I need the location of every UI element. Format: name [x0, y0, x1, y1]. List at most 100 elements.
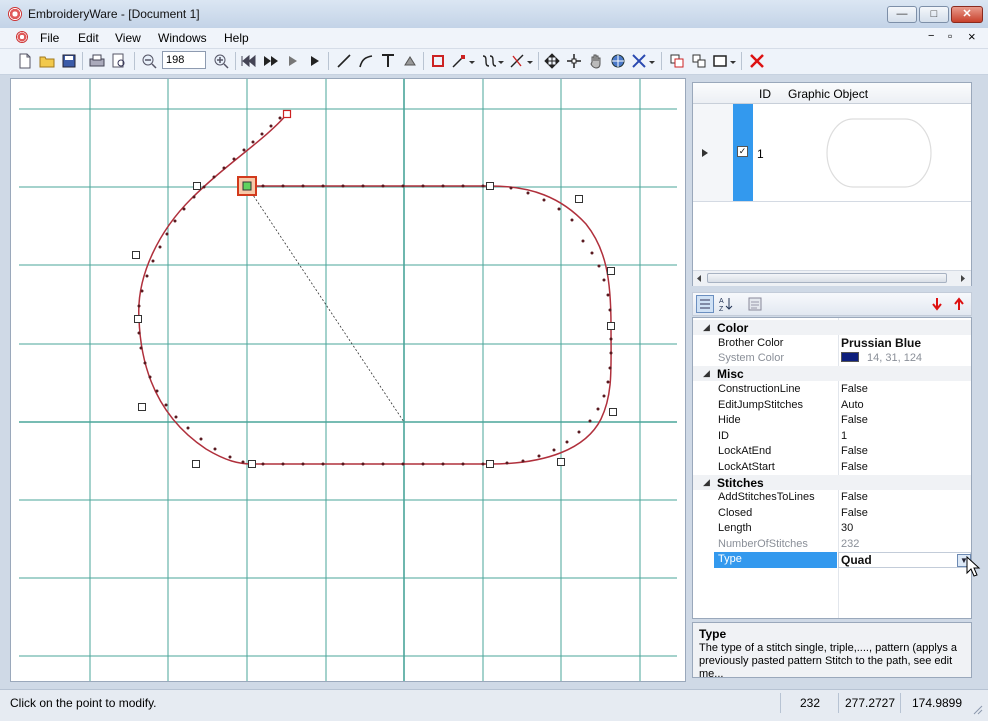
column-header-graphic-object[interactable]: Graphic Object: [788, 87, 868, 101]
stitch-point: [565, 440, 569, 444]
move-up-icon[interactable]: [951, 296, 967, 312]
mdi-minimize-button[interactable]: −: [928, 30, 934, 42]
node-edit-icon[interactable]: [451, 52, 477, 70]
step-back-icon[interactable]: [284, 52, 302, 70]
prop-value[interactable]: 30: [841, 522, 853, 534]
canvas-drawing[interactable]: [11, 79, 685, 681]
stitch-point: [361, 184, 365, 188]
row-checkbox[interactable]: ✓: [737, 146, 748, 157]
text-tool-icon[interactable]: [379, 52, 397, 70]
transform-icon[interactable]: [631, 52, 657, 70]
prop-name[interactable]: AddStitchesToLines: [718, 491, 815, 503]
first-stitch-icon[interactable]: [240, 52, 258, 70]
property-grid[interactable]: ◢ Color Brother Color Prussian Blue Syst…: [692, 317, 972, 619]
group-icon[interactable]: [668, 52, 686, 70]
new-file-icon[interactable]: [16, 52, 34, 70]
prop-name[interactable]: Hide: [718, 414, 741, 426]
prop-name-type[interactable]: Type: [718, 553, 742, 565]
move-icon[interactable]: [543, 52, 561, 70]
mdi-restore-button[interactable]: ▫: [948, 29, 952, 43]
maximize-button[interactable]: □: [919, 6, 949, 23]
convert-curve-icon[interactable]: [480, 52, 506, 70]
app-icon[interactable]: [8, 7, 22, 21]
category-misc[interactable]: ◢ Misc: [693, 366, 971, 381]
curve-tool-icon[interactable]: [357, 52, 375, 70]
prop-name[interactable]: ID: [718, 430, 729, 442]
grid-horizontal-scrollbar[interactable]: [693, 270, 971, 286]
prop-value[interactable]: False: [841, 383, 868, 395]
menu-help[interactable]: Help: [224, 31, 249, 45]
prop-name[interactable]: EditJumpStitches: [718, 399, 803, 411]
collapse-icon[interactable]: ◢: [703, 477, 710, 488]
prop-name[interactable]: Closed: [718, 507, 752, 519]
categorized-icon[interactable]: [696, 295, 714, 313]
stitch-point: [521, 459, 525, 463]
split-path-icon[interactable]: [509, 52, 535, 70]
move-down-icon[interactable]: [929, 296, 945, 312]
menu-view[interactable]: View: [115, 31, 141, 45]
drawing-canvas[interactable]: [10, 78, 686, 682]
fast-forward-icon[interactable]: [262, 52, 280, 70]
control-point: [557, 458, 565, 466]
zoom-in-icon[interactable]: [212, 52, 230, 70]
prop-name[interactable]: LockAtEnd: [718, 445, 771, 457]
prop-name[interactable]: LockAtStart: [718, 461, 775, 473]
prop-value[interactable]: False: [841, 414, 868, 426]
prop-value[interactable]: 1: [841, 430, 847, 442]
play-icon[interactable]: [306, 52, 324, 70]
control-point: [138, 403, 146, 411]
prop-value[interactable]: False: [841, 491, 868, 503]
prop-name[interactable]: Length: [718, 522, 752, 534]
delete-icon[interactable]: [748, 52, 766, 70]
object-grid[interactable]: ID Graphic Object ✓ 1: [692, 82, 972, 286]
row-header[interactable]: [693, 104, 734, 201]
globe-icon[interactable]: [609, 52, 627, 70]
prop-value-type[interactable]: Quad: [841, 553, 872, 567]
prop-value[interactable]: False: [841, 445, 868, 457]
mdi-close-button[interactable]: ×: [968, 29, 976, 44]
minimize-button[interactable]: —: [887, 6, 917, 23]
document-icon[interactable]: [16, 31, 28, 43]
ungroup-icon[interactable]: [690, 52, 708, 70]
prop-name-brother-color[interactable]: Brother Color: [718, 337, 783, 349]
prop-value[interactable]: False: [841, 461, 868, 473]
zoom-out-icon[interactable]: [140, 52, 158, 70]
collapse-icon[interactable]: ◢: [703, 368, 710, 379]
prop-value[interactable]: False: [841, 507, 868, 519]
scrollbar-thumb[interactable]: [707, 273, 947, 283]
zoom-input[interactable]: [162, 51, 206, 69]
property-pages-icon[interactable]: [747, 296, 763, 312]
open-folder-icon[interactable]: [38, 52, 56, 70]
close-button[interactable]: ✕: [951, 6, 983, 23]
stitch-point: [461, 462, 465, 466]
scroll-right-icon[interactable]: [959, 274, 967, 283]
stitch-point: [182, 207, 186, 211]
menu-file[interactable]: File: [40, 31, 59, 45]
stitch-point: [602, 394, 606, 398]
category-stitches[interactable]: ◢ Stitches: [693, 475, 971, 490]
prop-name[interactable]: ConstructionLine: [718, 383, 801, 395]
prop-value[interactable]: Auto: [841, 399, 864, 411]
category-color[interactable]: ◢ Color: [693, 320, 971, 335]
scroll-left-icon[interactable]: [695, 274, 703, 283]
prop-value-brother-color[interactable]: Prussian Blue: [841, 336, 921, 350]
menu-edit[interactable]: Edit: [78, 31, 99, 45]
alphabetical-sort-icon[interactable]: AZ: [717, 295, 735, 313]
fill-tool-icon[interactable]: [401, 52, 419, 70]
print-preview-icon[interactable]: [110, 52, 128, 70]
pan-hand-icon[interactable]: [587, 52, 605, 70]
line-tool-icon[interactable]: [335, 52, 353, 70]
rectangle-tool-icon[interactable]: [429, 52, 447, 70]
move-points-icon[interactable]: [565, 52, 583, 70]
column-header-id[interactable]: ID: [759, 87, 771, 101]
align-icon[interactable]: [712, 52, 738, 70]
resize-grip-icon[interactable]: [972, 704, 984, 716]
stitch-point: [148, 375, 152, 379]
save-icon[interactable]: [60, 52, 78, 70]
stitch-point: [401, 184, 405, 188]
collapse-icon[interactable]: ◢: [703, 322, 710, 333]
control-point: [132, 251, 140, 259]
menu-windows[interactable]: Windows: [158, 31, 207, 45]
print-icon[interactable]: [88, 52, 106, 70]
control-point: [134, 315, 142, 323]
